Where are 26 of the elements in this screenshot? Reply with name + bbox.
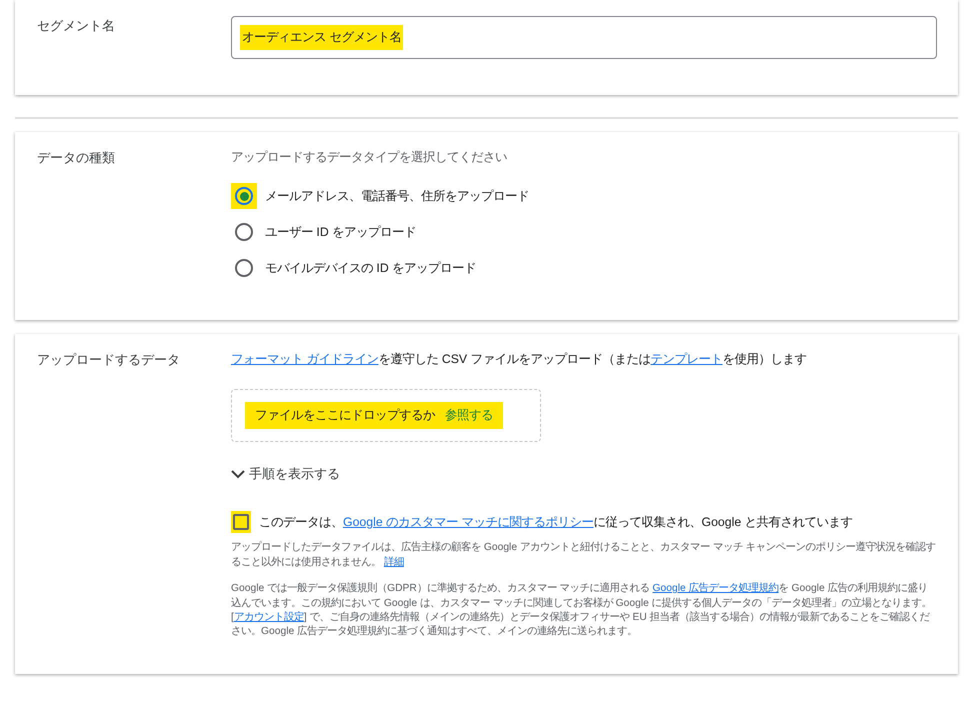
intro-text: フォーマット ガイドラインを遵守した CSV ファイルをアップロード（またはテンプレート を使用）します <box>231 351 808 368</box>
prompt-text: アップロードするデータタイプを選択してください <box>231 150 507 164</box>
link[interactable]: Google 広告データ処理規約 <box>652 583 779 594</box>
field-value: オーディエンス セグメント名 <box>240 25 404 50</box>
section-label: セグメント名 <box>37 17 116 35</box>
note-text: Google では一般データ保護規則（GDPR）に準拠するため、カスタマー マッチに適用される Google 広告データ処理規約を Google 広告の利用規約に盛り込んでいます。この規約において Google は、カスタマー マッチに関連してお客様が Google に提供する個人データの「データ処理者」の立場となります。[アカウント設定] で、ご自身の連絡先情報（メインの連絡先）とデータ保護オフィサーや EU 担当者（該当する場合）の情報が最新であることをご確認ください。Google 広告データ処理規約に基づく通知はすべて、メインの連絡先に送られます。 <box>231 582 933 640</box>
radio-button[interactable] <box>235 187 253 206</box>
link[interactable]: アカウント設定 <box>234 612 304 623</box>
note-text: アップロードしたデータファイルは、広告主様の顧客を Google アカウントと紐付けることと、カスタマー マッチ キャンペーンのポリシー遵守状況を確認すること以外には使用されません。 詳細 <box>231 541 936 570</box>
section-label: アップロードするデータ <box>37 351 181 370</box>
radio-button[interactable] <box>235 259 253 278</box>
option-label: モバイルデバイスの ID をアップロード <box>265 260 476 278</box>
section-label: データの種類 <box>37 149 116 167</box>
link[interactable]: テンプレート <box>650 352 723 366</box>
drop-zone[interactable]: ファイルをここにドロップするか 参照する <box>231 388 541 442</box>
radio-button[interactable] <box>235 223 253 242</box>
text-field[interactable]: オーディエンス セグメント名 <box>231 16 937 59</box>
option-label: メールアドレス、電話番号、住所をアップロード <box>265 188 529 206</box>
show-steps-button[interactable]: 手順を表示する <box>231 464 340 484</box>
link[interactable]: 詳細 <box>384 556 404 568</box>
option-label: ユーザー ID をアップロード <box>265 224 416 242</box>
drop-text: ファイルをここにドロップするか <box>255 408 435 422</box>
link[interactable]: フォーマット ガイドライン <box>231 352 378 366</box>
browse-link[interactable]: 参照する <box>445 408 493 422</box>
link[interactable]: Google のカスタマー マッチに関するポリシー <box>343 515 594 530</box>
consent-text: このデータは、Google のカスタマー マッチに関するポリシーに従って収集され、Google と共有されています <box>259 514 853 532</box>
